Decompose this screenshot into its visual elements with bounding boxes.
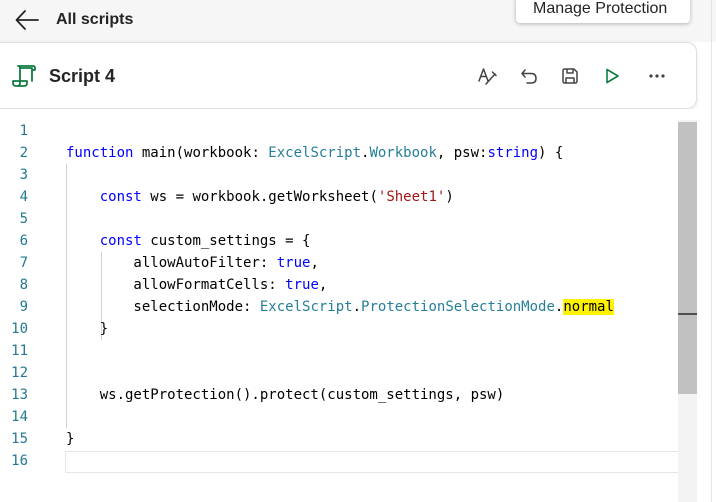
script-title: Script 4 <box>49 66 116 86</box>
arrow-left-icon <box>15 10 39 30</box>
code-line: const custom_settings = { <box>99 233 311 249</box>
run-button[interactable] <box>600 65 624 87</box>
line-number: 13 <box>11 387 28 403</box>
code-editor[interactable]: 1 2 3 4 5 6 7 8 9 10 11 12 13 14 15 16 f… <box>0 120 716 502</box>
script-header-card: Script 4 <box>0 42 697 109</box>
manage-protection-tooltip: Manage Protection <box>516 0 690 23</box>
code-line: } <box>66 321 109 337</box>
current-line-highlight <box>65 451 697 473</box>
more-options-icon <box>649 74 665 78</box>
line-number: 10 <box>11 321 28 337</box>
save-icon <box>562 68 578 84</box>
line-number: 15 <box>11 431 28 447</box>
line-number: 11 <box>11 343 28 359</box>
save-button[interactable] <box>558 65 582 87</box>
format-code-icon <box>478 68 497 85</box>
line-number: 9 <box>19 299 28 315</box>
code-line: function main(workbook: ExcelScript.Work… <box>66 145 564 161</box>
format-code-button[interactable] <box>475 65 499 87</box>
scrollbar-position-marker <box>678 313 697 315</box>
line-number: 7 <box>19 255 28 271</box>
back-button[interactable]: All scripts <box>14 6 133 34</box>
line-number: 2 <box>19 145 28 161</box>
panel-edge <box>711 0 712 502</box>
scrollbar-thumb[interactable] <box>678 122 697 394</box>
code-line: ws.getProtection().protect(custom_settin… <box>66 387 505 403</box>
line-number: 5 <box>19 211 28 227</box>
code-line: } <box>66 431 75 447</box>
line-number: 16 <box>11 453 28 469</box>
line-number: 6 <box>19 233 28 249</box>
back-label: All scripts <box>56 11 134 28</box>
undo-icon <box>521 69 537 84</box>
script-icon <box>12 65 36 87</box>
more-options-button[interactable] <box>645 65 669 87</box>
line-number: 8 <box>19 277 28 293</box>
line-number: 12 <box>11 365 28 381</box>
code-line: allowFormatCells: true, <box>66 277 328 293</box>
line-number: 1 <box>19 123 28 139</box>
undo-button[interactable] <box>517 65 541 87</box>
code-line: const ws = workbook.getWorksheet('Sheet1… <box>99 189 454 205</box>
code-line: selectionMode: ExcelScript.ProtectionSel… <box>66 299 614 315</box>
line-number: 14 <box>11 409 28 425</box>
line-number: 3 <box>19 167 28 183</box>
line-number: 4 <box>19 189 28 205</box>
run-icon <box>606 68 619 84</box>
code-line: allowAutoFilter: true, <box>66 255 319 271</box>
